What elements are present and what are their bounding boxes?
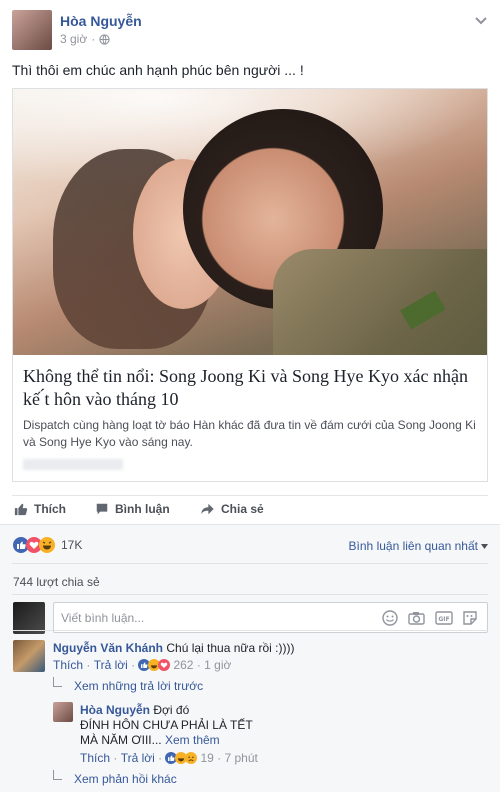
divider [12, 495, 488, 496]
comment-input[interactable]: Viết bình luận... GIF [53, 602, 488, 633]
reply-meta: Thích · Trả lời · 19 · 7 phút [80, 751, 258, 765]
view-previous-replies[interactable]: Xem những trả lời trước [74, 679, 203, 693]
comment-button[interactable]: Bình luận [95, 502, 170, 516]
reply-avatar[interactable] [53, 702, 73, 722]
caret-down-icon [481, 543, 488, 549]
reply-like-link[interactable]: Thích [80, 751, 110, 765]
share-count[interactable]: 744 lượt chia sẻ [13, 575, 100, 589]
comment-icon [96, 503, 108, 515]
comment-input-placeholder: Viết bình luận... [61, 611, 145, 625]
chevron-down-icon[interactable] [474, 16, 488, 26]
view-more-replies[interactable]: Xem phản hồi khác [74, 772, 177, 786]
link-card-domain-blurred [23, 459, 123, 470]
reply-body: Hòa Nguyễn Đợi đó ĐÍNH HÔN CHƯA PHẢI LÀ … [80, 703, 253, 748]
reply-author[interactable]: Hòa Nguyễn [80, 703, 150, 717]
globe-icon [99, 33, 110, 45]
comment-text: Chú lại thua nữa rồi :)))) [166, 641, 295, 655]
link-card-image[interactable] [13, 89, 487, 355]
comment-time[interactable]: 1 giờ [204, 658, 231, 672]
comment-reply-link[interactable]: Trả lời [94, 658, 128, 672]
sad-reaction-icon [185, 752, 198, 764]
comment-reactions[interactable]: 262 [138, 658, 193, 672]
gif-icon[interactable]: GIF [435, 610, 453, 626]
reply-reply-link[interactable]: Trả lời [121, 751, 155, 765]
reaction-summary[interactable]: 17K [13, 537, 82, 553]
comment-sort-dropdown[interactable]: Bình luận liên quan nhất [349, 539, 488, 553]
author-avatar[interactable] [12, 10, 52, 50]
comment-avatar[interactable] [13, 640, 45, 672]
reply-text: Đợi đó [153, 703, 190, 717]
comment-body: Nguyễn Văn Khánh Chú lại thua nữa rồi :)… [53, 641, 294, 655]
comment-like-link[interactable]: Thích [53, 658, 83, 672]
like-button[interactable]: Thích [14, 502, 66, 516]
post-text: Thì thôi em chúc anh hạnh phúc bên người… [12, 62, 304, 78]
comment-author[interactable]: Nguyễn Văn Khánh [53, 641, 163, 655]
camera-icon[interactable] [408, 610, 425, 626]
sticker-icon[interactable] [462, 610, 478, 626]
post-time[interactable]: 3 giờ · [60, 32, 110, 46]
post-author[interactable]: Hòa Nguyễn [60, 13, 142, 29]
haha-reaction-icon [39, 537, 55, 553]
share-arrow-icon [201, 503, 214, 515]
emoji-icon[interactable] [382, 610, 398, 626]
link-card-description: Dispatch cùng hàng loạt tờ báo Hàn khác … [23, 418, 476, 449]
love-reaction-icon [158, 659, 171, 671]
comment-meta: Thích · Trả lời · 262 · 1 giờ [53, 658, 232, 672]
link-card[interactable]: Không thể tin nổi: Song Joong Ki và Song… [12, 88, 488, 482]
svg-text:GIF: GIF [438, 616, 449, 623]
thumbs-up-icon [14, 503, 28, 516]
link-card-title[interactable]: Không thể tin nổi: Song Joong Ki và Song… [23, 365, 478, 411]
see-more-link[interactable]: Xem thêm [165, 733, 220, 747]
share-button[interactable]: Chia sẻ [200, 502, 264, 516]
reaction-count[interactable]: 17K [61, 538, 82, 552]
reply-text-line3: MÀ NĂM ƠIII... [80, 733, 162, 747]
reply-time[interactable]: 7 phút [224, 751, 257, 765]
reply-reactions[interactable]: 19 [165, 751, 214, 765]
reply-text-line2: ĐÍNH HÔN CHƯA PHẢI LÀ TẾT [80, 718, 253, 732]
